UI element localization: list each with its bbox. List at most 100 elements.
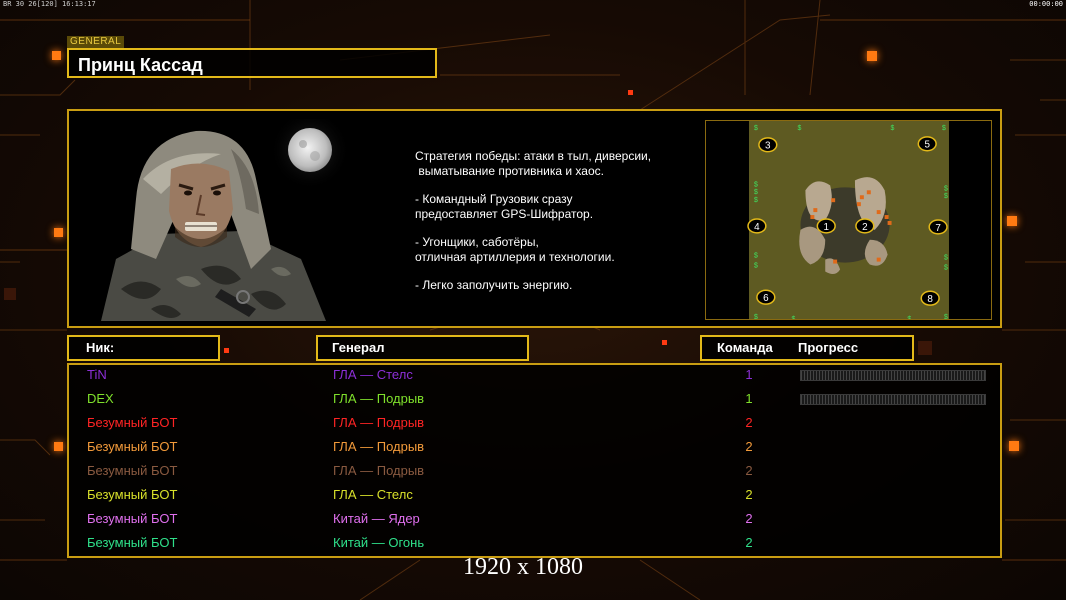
decor-square — [1007, 216, 1017, 226]
column-header-team-label: Команда — [717, 340, 773, 355]
start-position-label: 4 — [754, 222, 760, 233]
player-team[interactable]: 1 — [739, 391, 759, 407]
column-header-general-label: Генерал — [332, 340, 385, 355]
strategy-line: - Командный Грузовик сразу — [415, 192, 573, 206]
players-list: TiN ГЛА — Стелс 1 DEX ГЛА — Подрыв 1 Безумный … — [67, 363, 1002, 558]
player-general[interactable]: ГЛА — Стелс — [333, 487, 413, 503]
unit-marker — [876, 257, 881, 262]
unit-marker — [813, 208, 818, 213]
player-team[interactable]: 2 — [739, 511, 759, 527]
decor-square — [224, 348, 229, 353]
player-row[interactable]: TiN ГЛА — Стелс 1 — [69, 367, 1000, 389]
strategy-line: отличная артиллерия и технологии. — [415, 249, 615, 264]
player-nick: Безумный БОТ — [87, 487, 178, 502]
player-progress-bar — [800, 370, 986, 381]
start-position-7[interactable]: 7 — [928, 219, 948, 235]
resource-icon: $ — [754, 125, 758, 132]
start-position-4[interactable]: 4 — [747, 218, 767, 234]
start-position-label: 2 — [862, 222, 868, 233]
resolution-label: 1920 x 1080 — [463, 554, 583, 580]
map-terrain — [799, 177, 890, 275]
decor-square — [918, 341, 932, 355]
resource-icon: $ — [798, 125, 802, 132]
player-general[interactable]: ГЛА — Подрыв — [333, 463, 424, 479]
hud-status: BR 30 26[120] 16:13:17 — [3, 0, 96, 8]
start-position-6[interactable]: 6 — [756, 289, 776, 305]
player-general[interactable]: ГЛА — Стелс — [333, 367, 413, 383]
general-info-panel: Стратегия победы: атаки в тыл, диверсии,… — [67, 109, 1002, 328]
player-team[interactable]: 1 — [739, 367, 759, 383]
unit-marker — [876, 210, 881, 215]
start-position-8[interactable]: 8 — [920, 290, 940, 306]
player-general[interactable]: ГЛА — Подрыв — [333, 415, 424, 431]
decor-square — [628, 90, 633, 95]
decor-square — [1009, 441, 1019, 451]
resource-icon: $ — [907, 316, 911, 320]
general-title-box: Принц Кассад — [67, 48, 437, 78]
player-progress-bar — [800, 394, 986, 405]
player-nick: DEX — [87, 391, 114, 406]
player-nick: Безумный БОТ — [87, 463, 178, 478]
unit-marker — [859, 195, 864, 200]
unit-marker — [866, 190, 871, 195]
player-general[interactable]: ГЛА — Подрыв — [333, 391, 424, 407]
strategy-line — [415, 178, 705, 192]
player-nick: TiN — [87, 367, 107, 382]
decor-square — [52, 51, 61, 60]
start-position-2[interactable]: 2 — [855, 218, 875, 234]
resource-icon: $ — [891, 125, 895, 132]
player-general[interactable]: Китай — Огонь — [333, 535, 424, 551]
player-row[interactable]: Безумный БОТ ГЛА — Стелс 2 — [69, 487, 1000, 509]
strategy-line: - Угонщики, саботёры, — [415, 235, 539, 249]
start-position-label: 3 — [765, 141, 771, 152]
player-team[interactable]: 2 — [739, 463, 759, 479]
player-row[interactable]: Безумный БОТ Китай — Ядер 2 — [69, 511, 1000, 533]
strategy-line — [415, 264, 705, 278]
player-nick: Безумный БОТ — [87, 535, 178, 550]
hud-timer: 00:00:00 — [1029, 0, 1063, 8]
resource-icon: $ — [944, 265, 948, 272]
player-team[interactable]: 2 — [739, 415, 759, 431]
resource-icon: $ — [944, 185, 948, 192]
resource-icon: $ — [944, 193, 948, 200]
resource-icon: $ — [754, 189, 758, 196]
player-team[interactable]: 2 — [739, 535, 759, 551]
general-name: Принц Кассад — [78, 55, 203, 75]
start-position-label: 5 — [924, 140, 930, 151]
player-team[interactable]: 2 — [739, 487, 759, 503]
resource-icon: $ — [792, 316, 796, 320]
player-team[interactable]: 2 — [739, 439, 759, 455]
unit-marker — [831, 198, 836, 203]
start-position-3[interactable]: 3 — [758, 137, 778, 153]
unit-marker — [856, 202, 861, 207]
strategy-line: Стратегия победы: атаки в тыл, диверсии, — [415, 149, 652, 163]
strategy-line: предоставляет GPS-Шифратор. — [415, 206, 594, 221]
strategy-line — [415, 221, 705, 235]
column-header-nick-label: Ник: — [86, 340, 115, 355]
resource-icon: $ — [944, 314, 948, 320]
strategy-line: выматывание противника и хаос. — [415, 163, 604, 178]
general-tag: GENERAL — [67, 36, 125, 48]
player-nick: Безумный БОТ — [87, 439, 178, 454]
strategy-text: Стратегия победы: атаки в тыл, диверсии,… — [415, 149, 705, 293]
resource-icon: $ — [754, 197, 758, 204]
player-row[interactable]: Безумный БОТ ГЛА — Подрыв 2 — [69, 439, 1000, 461]
general-portrait — [81, 119, 371, 321]
strategy-line: - Легко заполучить энергию. — [415, 278, 573, 292]
resource-icon: $ — [754, 181, 758, 188]
player-row[interactable]: DEX ГЛА — Подрыв 1 — [69, 391, 1000, 413]
column-header-progress-label: Прогресс — [798, 340, 859, 355]
player-row[interactable]: Безумный БОТ ГЛА — Подрыв 2 — [69, 415, 1000, 437]
hud-status-text: BR 30 26[120] 16:13:17 — [3, 0, 96, 8]
unit-marker — [833, 259, 838, 264]
start-position-label: 8 — [927, 294, 933, 305]
start-position-1[interactable]: 1 — [816, 218, 836, 234]
player-general[interactable]: Китай — Ядер — [333, 511, 420, 527]
start-position-label: 6 — [763, 293, 769, 304]
player-nick: Безумный БОТ — [87, 511, 178, 526]
start-position-label: 1 — [823, 222, 829, 233]
start-position-5[interactable]: 5 — [917, 136, 937, 152]
player-general[interactable]: ГЛА — Подрыв — [333, 439, 424, 455]
player-row[interactable]: Безумный БОТ ГЛА — Подрыв 2 — [69, 463, 1000, 485]
map-preview[interactable]: $ $ $ $$$$$$$$$$$ $ $ $ 1 2345678 — [705, 120, 992, 320]
